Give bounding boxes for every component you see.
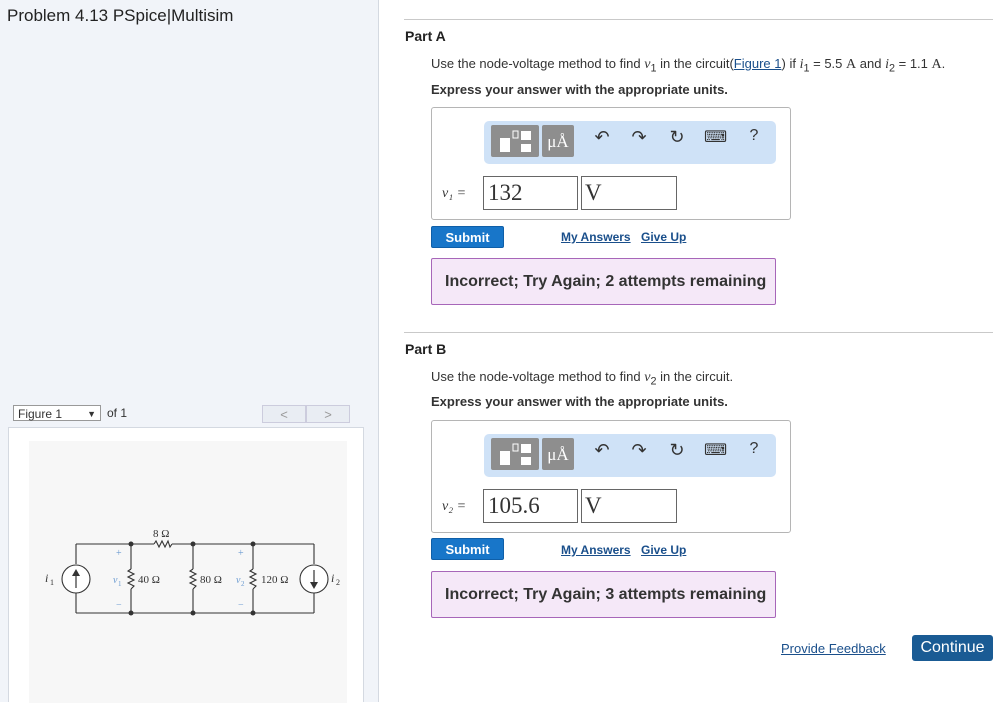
- templates-icon: [500, 443, 531, 465]
- part-b-submit-button[interactable]: Submit: [431, 538, 504, 560]
- resistor-80ohm: [188, 568, 198, 590]
- redo-icon[interactable]: ↷: [628, 440, 650, 461]
- prev-figure-button[interactable]: <: [262, 405, 306, 423]
- figure-select[interactable]: Figure 1 ▼: [13, 405, 101, 421]
- part-a-title: Part A: [405, 28, 446, 44]
- problem-title: Problem 4.13 PSpice|Multisim: [7, 6, 234, 25]
- part-a-my-answers-link[interactable]: My Answers: [561, 230, 631, 244]
- resistor-120ohm: [248, 568, 258, 590]
- figure-1-link[interactable]: Figure 1: [734, 56, 782, 71]
- undo-icon[interactable]: ↶: [591, 127, 613, 148]
- v1-unit-input[interactable]: V: [581, 176, 677, 210]
- provide-feedback-link[interactable]: Provide Feedback: [781, 641, 886, 656]
- label-v1-sub: 1: [118, 580, 122, 588]
- keyboard-icon[interactable]: ⌨: [704, 127, 727, 147]
- label-40ohm: 40 Ω: [138, 574, 160, 586]
- part-a-answer-box: μÅ ↶ ↷ ↻ ⌨ ? v₁ = 132 V: [431, 107, 791, 220]
- v2-unit-input[interactable]: V: [581, 489, 677, 523]
- figure-canvas: 8 Ω 40 Ω 80 Ω 120 Ω i 1 i 2 v 1 v 2 + − …: [29, 441, 347, 703]
- templates-icon: [500, 130, 531, 152]
- label-v2-sub: 2: [241, 580, 245, 588]
- v2-value-input[interactable]: 105.6: [483, 489, 578, 523]
- label-8ohm: 8 Ω: [153, 528, 169, 540]
- part-b-give-up-link[interactable]: Give Up: [641, 543, 686, 557]
- v2-plus: +: [238, 548, 244, 559]
- part-a-feedback: Incorrect; Try Again; 2 attempts remaini…: [431, 258, 776, 305]
- label-80ohm: 80 Ω: [200, 574, 222, 586]
- resistor-8ohm: [153, 539, 173, 549]
- part-b-question: Use the node-voltage method to find v2 i…: [431, 369, 734, 388]
- label-i2: i: [331, 571, 334, 585]
- templates-button[interactable]: [491, 438, 539, 470]
- part-b-feedback: Incorrect; Try Again; 3 attempts remaini…: [431, 571, 776, 618]
- resistor-40ohm: [126, 568, 136, 590]
- figure-panel: 8 Ω 40 Ω 80 Ω 120 Ω i 1 i 2 v 1 v 2 + − …: [8, 427, 364, 703]
- figure-select-value: Figure 1: [18, 407, 63, 421]
- label-i2-sub: 2: [336, 578, 340, 587]
- reset-icon[interactable]: ↻: [666, 440, 688, 461]
- templates-button[interactable]: [491, 125, 539, 157]
- continue-button[interactable]: Continue: [912, 635, 993, 661]
- part-b-answer-box: μÅ ↶ ↷ ↻ ⌨ ? v₂ = 105.6 V: [431, 420, 791, 533]
- units-button[interactable]: μÅ: [542, 438, 574, 470]
- v1-minus: −: [116, 600, 122, 611]
- reset-icon[interactable]: ↻: [666, 127, 688, 148]
- keyboard-icon[interactable]: ⌨: [704, 440, 727, 460]
- part-a-question: Use the node-voltage method to find v1 i…: [431, 56, 946, 75]
- part-a-instructions: Express your answer with the appropriate…: [431, 82, 728, 97]
- help-button[interactable]: ?: [743, 440, 765, 458]
- v1-value-input[interactable]: 132: [483, 176, 578, 210]
- part-a-divider: [404, 19, 993, 20]
- figure-nav-bar: Figure 1 ▼ of 1 < >: [8, 403, 365, 425]
- redo-icon[interactable]: ↷: [628, 127, 650, 148]
- label-i1-sub: 1: [50, 578, 54, 587]
- part-a-submit-button[interactable]: Submit: [431, 226, 504, 248]
- help-button[interactable]: ?: [743, 127, 765, 145]
- v1-plus: +: [116, 548, 122, 559]
- undo-icon[interactable]: ↶: [591, 440, 613, 461]
- label-120ohm: 120 Ω: [261, 574, 288, 586]
- v1-label: v₁ =: [442, 186, 467, 201]
- part-b-title: Part B: [405, 341, 447, 357]
- dropdown-arrow-icon: ▼: [87, 409, 96, 419]
- part-b-instructions: Express your answer with the appropriate…: [431, 394, 728, 409]
- units-button[interactable]: μÅ: [542, 125, 574, 157]
- v2-minus: −: [238, 600, 244, 611]
- part-a-toolbar: μÅ ↶ ↷ ↻ ⌨ ?: [484, 121, 776, 164]
- v2-label: v₂ =: [442, 499, 467, 514]
- part-a-give-up-link[interactable]: Give Up: [641, 230, 686, 244]
- next-figure-button[interactable]: >: [306, 405, 350, 423]
- figure-count: of 1: [107, 406, 128, 420]
- label-i1: i: [45, 571, 48, 585]
- circuit-diagram: 8 Ω 40 Ω 80 Ω 120 Ω i 1 i 2 v 1 v 2 + − …: [45, 528, 340, 616]
- part-b-toolbar: μÅ ↶ ↷ ↻ ⌨ ?: [484, 434, 776, 477]
- part-b-my-answers-link[interactable]: My Answers: [561, 543, 631, 557]
- part-b-divider: [404, 332, 993, 333]
